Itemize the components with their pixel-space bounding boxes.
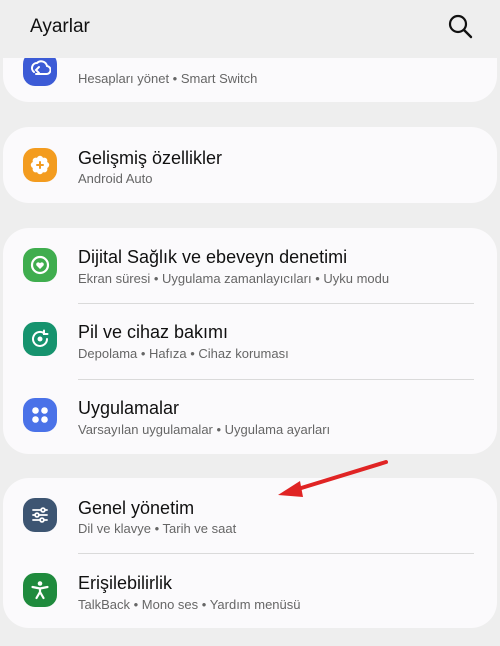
digital-wellbeing-title: Dijital Sağlık ve ebeveyn denetimi <box>78 247 348 267</box>
search-button[interactable] <box>446 12 474 40</box>
search-icon <box>448 14 473 39</box>
advanced-features-card: Gelişmiş özellikler Android Auto <box>3 127 497 203</box>
sliders-icon <box>23 498 57 532</box>
gear-plus-icon <box>23 148 57 182</box>
digital-wellbeing-subtitle: Ekran süresi • Uygulama zamanlayıcıları … <box>78 271 390 286</box>
advanced-features-title: Gelişmiş özellikler <box>78 148 223 168</box>
accessibility-subtitle: TalkBack • Mono ses • Yardım menüsü <box>78 597 301 612</box>
general-management-item[interactable]: Genel yönetim Dil ve klavye • Tarih ve s… <box>3 478 497 553</box>
system-card: Genel yönetim Dil ve klavye • Tarih ve s… <box>3 478 497 628</box>
battery-device-care-subtitle: Depolama • Hafıza • Cihaz koruması <box>78 346 289 361</box>
battery-device-care-item[interactable]: Pil ve cihaz bakımı Depolama • Hafıza • … <box>3 304 497 379</box>
app-header: Ayarlar <box>0 0 500 58</box>
digital-wellbeing-item[interactable]: Dijital Sağlık ve ebeveyn denetimi Ekran… <box>3 228 497 303</box>
accessibility-person-icon <box>23 573 57 607</box>
battery-device-care-title: Pil ve cihaz bakımı <box>78 322 229 342</box>
accessibility-title: Erişilebilirlik <box>78 573 173 593</box>
apps-item[interactable]: Uygulamalar Varsayılan uygulamalar • Uyg… <box>3 380 497 454</box>
accessibility-item[interactable]: Erişilebilirlik TalkBack • Mono ses • Ya… <box>3 554 497 628</box>
apps-subtitle: Varsayılan uygulamalar • Uygulama ayarla… <box>78 422 331 437</box>
page-title: Ayarlar <box>30 16 90 37</box>
advanced-features-item[interactable]: Gelişmiş özellikler Android Auto <box>3 127 497 203</box>
accounts-subtitle: Hesapları yönet • Smart Switch <box>78 71 258 86</box>
device-care-icon <box>23 322 57 356</box>
apps-title: Uygulamalar <box>78 398 180 418</box>
general-management-title: Genel yönetim <box>78 498 195 518</box>
advanced-features-subtitle: Android Auto <box>78 171 153 186</box>
general-management-subtitle: Dil ve klavye • Tarih ve saat <box>78 521 237 536</box>
apps-grid-icon <box>23 398 57 432</box>
device-card: Dijital Sağlık ve ebeveyn denetimi Ekran… <box>3 228 497 454</box>
heart-ring-icon <box>23 248 57 282</box>
